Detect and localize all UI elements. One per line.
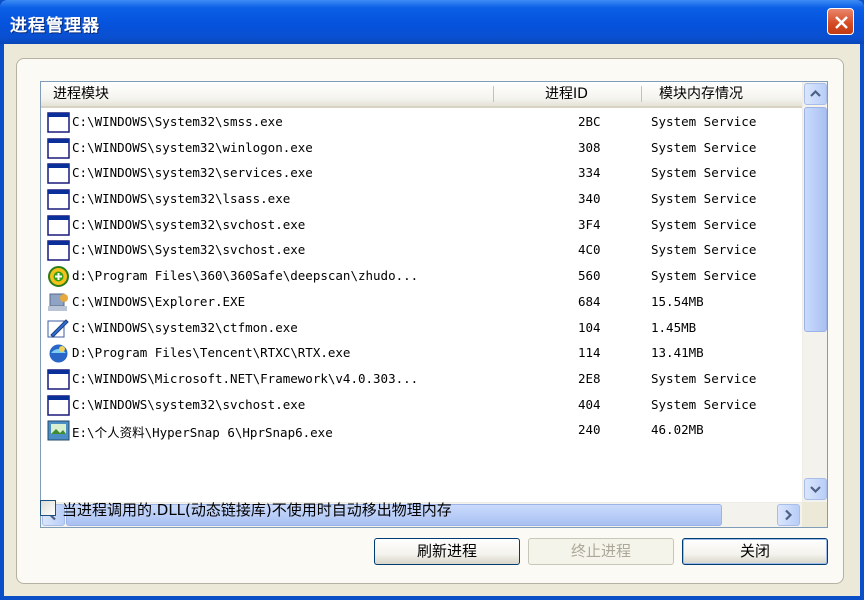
module-memory: System Service	[651, 370, 757, 386]
auto-unload-dll-checkbox[interactable]	[40, 500, 56, 516]
chevron-up-icon	[810, 89, 821, 97]
module-path: C:\WINDOWS\system32\winlogon.exe	[72, 139, 313, 155]
scroll-corner	[802, 502, 827, 527]
vertical-scrollbar[interactable]	[802, 82, 827, 502]
vertical-scroll-thumb[interactable]	[804, 107, 827, 332]
module-path: C:\WINDOWS\System32\svchost.exe	[72, 242, 306, 258]
module-memory: System Service	[651, 191, 757, 207]
module-memory: 1.45MB	[651, 319, 697, 335]
chevron-down-icon	[810, 486, 821, 494]
column-divider[interactable]	[493, 86, 494, 102]
window-icon	[47, 137, 70, 159]
table-row[interactable]: C:\WINDOWS\Microsoft.NET\Framework\v4.0.…	[41, 367, 802, 393]
process-module-list[interactable]: 进程模块 进程ID 模块内存情况 C:\WINDOWS\System32\sms…	[40, 81, 828, 528]
terminate-process-button[interactable]: 终止进程	[528, 538, 674, 565]
module-path: C:\WINDOWS\system32\lsass.exe	[72, 191, 291, 207]
column-header-module[interactable]: 进程模块	[53, 82, 109, 106]
scroll-right-button[interactable]	[777, 504, 800, 526]
table-row[interactable]: C:\WINDOWS\Explorer.EXE 684 15.54MB	[41, 290, 802, 316]
process-id: 2BC	[578, 114, 601, 129]
window-icon	[47, 189, 70, 210]
close-window-button[interactable]	[827, 8, 854, 35]
module-memory: System Service	[651, 139, 757, 155]
process-id: 684	[578, 293, 601, 309]
chevron-right-icon	[785, 509, 793, 521]
window-icon	[47, 240, 70, 262]
module-path: C:\WINDOWS\system32\ctfmon.exe	[72, 319, 298, 335]
table-row[interactable]: C:\WINDOWS\system32\ctfmon.exe 104 1.45MB	[41, 316, 802, 342]
module-memory: 15.54MB	[651, 293, 704, 309]
module-path: C:\WINDOWS\Explorer.EXE	[72, 293, 246, 309]
table-row[interactable]: D:\Program Files\Tencent\RTXC\RTX.exe 114…	[41, 341, 802, 367]
module-path: C:\WINDOWS\System32\smss.exe	[72, 114, 283, 129]
process-id: 3F4	[578, 216, 601, 232]
ctfmon-icon	[47, 318, 70, 339]
table-row[interactable]: C:\WINDOWS\system32\svchost.exe 3F4 System…	[41, 213, 802, 239]
window-icon	[47, 163, 70, 185]
scroll-down-button[interactable]	[804, 478, 827, 500]
table-row[interactable]: d:\Program Files\360\360Safe\deepscan\zh…	[41, 264, 802, 290]
close-icon	[835, 16, 848, 29]
module-path: E:\个人资料\HyperSnap 6\HprSnap6.exe	[72, 425, 333, 441]
list-header: 进程模块 进程ID 模块内存情况	[41, 82, 802, 108]
process-id: 334	[578, 165, 601, 181]
module-path: C:\WINDOWS\system32\svchost.exe	[72, 216, 306, 232]
module-memory: 13.41MB	[651, 345, 704, 361]
window-icon	[47, 369, 70, 390]
explorer-icon	[47, 292, 70, 313]
process-manager-window: 进程管理器 进程模块 进程ID 模块内存情况 C:\WINDOWS\System…	[0, 0, 864, 600]
column-header-memory[interactable]: 模块内存情况	[659, 82, 743, 106]
process-id: 308	[578, 139, 601, 155]
module-path: C:\WINDOWS\Microsoft.NET\Framework\v4.0.…	[72, 370, 419, 386]
process-id: 340	[578, 191, 601, 207]
module-memory: System Service	[651, 216, 757, 232]
process-id: 240	[578, 422, 601, 438]
title-bar[interactable]: 进程管理器	[0, 0, 864, 44]
process-id: 2E8	[578, 370, 601, 386]
table-row[interactable]: E:\个人资料\HyperSnap 6\HprSnap6.exe 240 46.02…	[41, 418, 802, 444]
window-icon	[47, 394, 70, 416]
table-row[interactable]: C:\WINDOWS\System32\svchost.exe 4C0 System…	[41, 238, 802, 264]
module-path: C:\WINDOWS\system32\services.exe	[72, 165, 313, 181]
module-memory: System Service	[651, 242, 757, 258]
module-memory: System Service	[651, 114, 757, 129]
module-memory: System Service	[651, 165, 757, 181]
dialog-body: 进程模块 进程ID 模块内存情况 C:\WINDOWS\System32\sms…	[4, 44, 860, 596]
module-memory: System Service	[651, 268, 757, 284]
module-path: d:\Program Files\360\360Safe\deepscan\zh…	[72, 268, 419, 284]
close-button[interactable]: 关闭	[682, 538, 828, 565]
list-rows: C:\WINDOWS\System32\smss.exe 2BC System Se…	[41, 110, 802, 444]
table-row[interactable]: C:\WINDOWS\system32\svchost.exe 404 System…	[41, 393, 802, 419]
process-id: 114	[578, 345, 601, 361]
table-row[interactable]: C:\WINDOWS\system32\winlogon.exe 308 Syste…	[41, 136, 802, 162]
auto-unload-dll-label[interactable]: 当进程调用的.DLL(动态链接库)不使用时自动移出物理内存	[62, 499, 452, 520]
table-row[interactable]: C:\WINDOWS\System32\smss.exe 2BC System Se…	[41, 110, 802, 136]
process-id: 4C0	[578, 242, 601, 258]
process-id: 104	[578, 319, 601, 335]
table-row[interactable]: C:\WINDOWS\system32\services.exe 334 Syste…	[41, 161, 802, 187]
360-icon	[47, 266, 70, 288]
module-path: C:\WINDOWS\system32\svchost.exe	[72, 396, 306, 412]
table-row[interactable]: C:\WINDOWS\system32\lsass.exe 340 System S…	[41, 187, 802, 213]
column-divider[interactable]	[641, 86, 642, 102]
column-header-pid[interactable]: 进程ID	[545, 82, 588, 106]
rtx-icon	[47, 343, 70, 364]
window-icon	[47, 215, 70, 236]
module-path: D:\Program Files\Tencent\RTXC\RTX.exe	[72, 345, 351, 361]
process-id: 560	[578, 268, 601, 284]
window-icon	[47, 112, 70, 133]
window-title: 进程管理器	[10, 16, 100, 36]
hypersnap-icon	[47, 420, 70, 441]
process-id: 404	[578, 396, 601, 412]
refresh-process-button[interactable]: 刷新进程	[374, 538, 520, 565]
module-memory: 46.02MB	[651, 422, 704, 438]
module-memory: System Service	[651, 396, 757, 412]
scroll-up-button[interactable]	[804, 83, 827, 105]
